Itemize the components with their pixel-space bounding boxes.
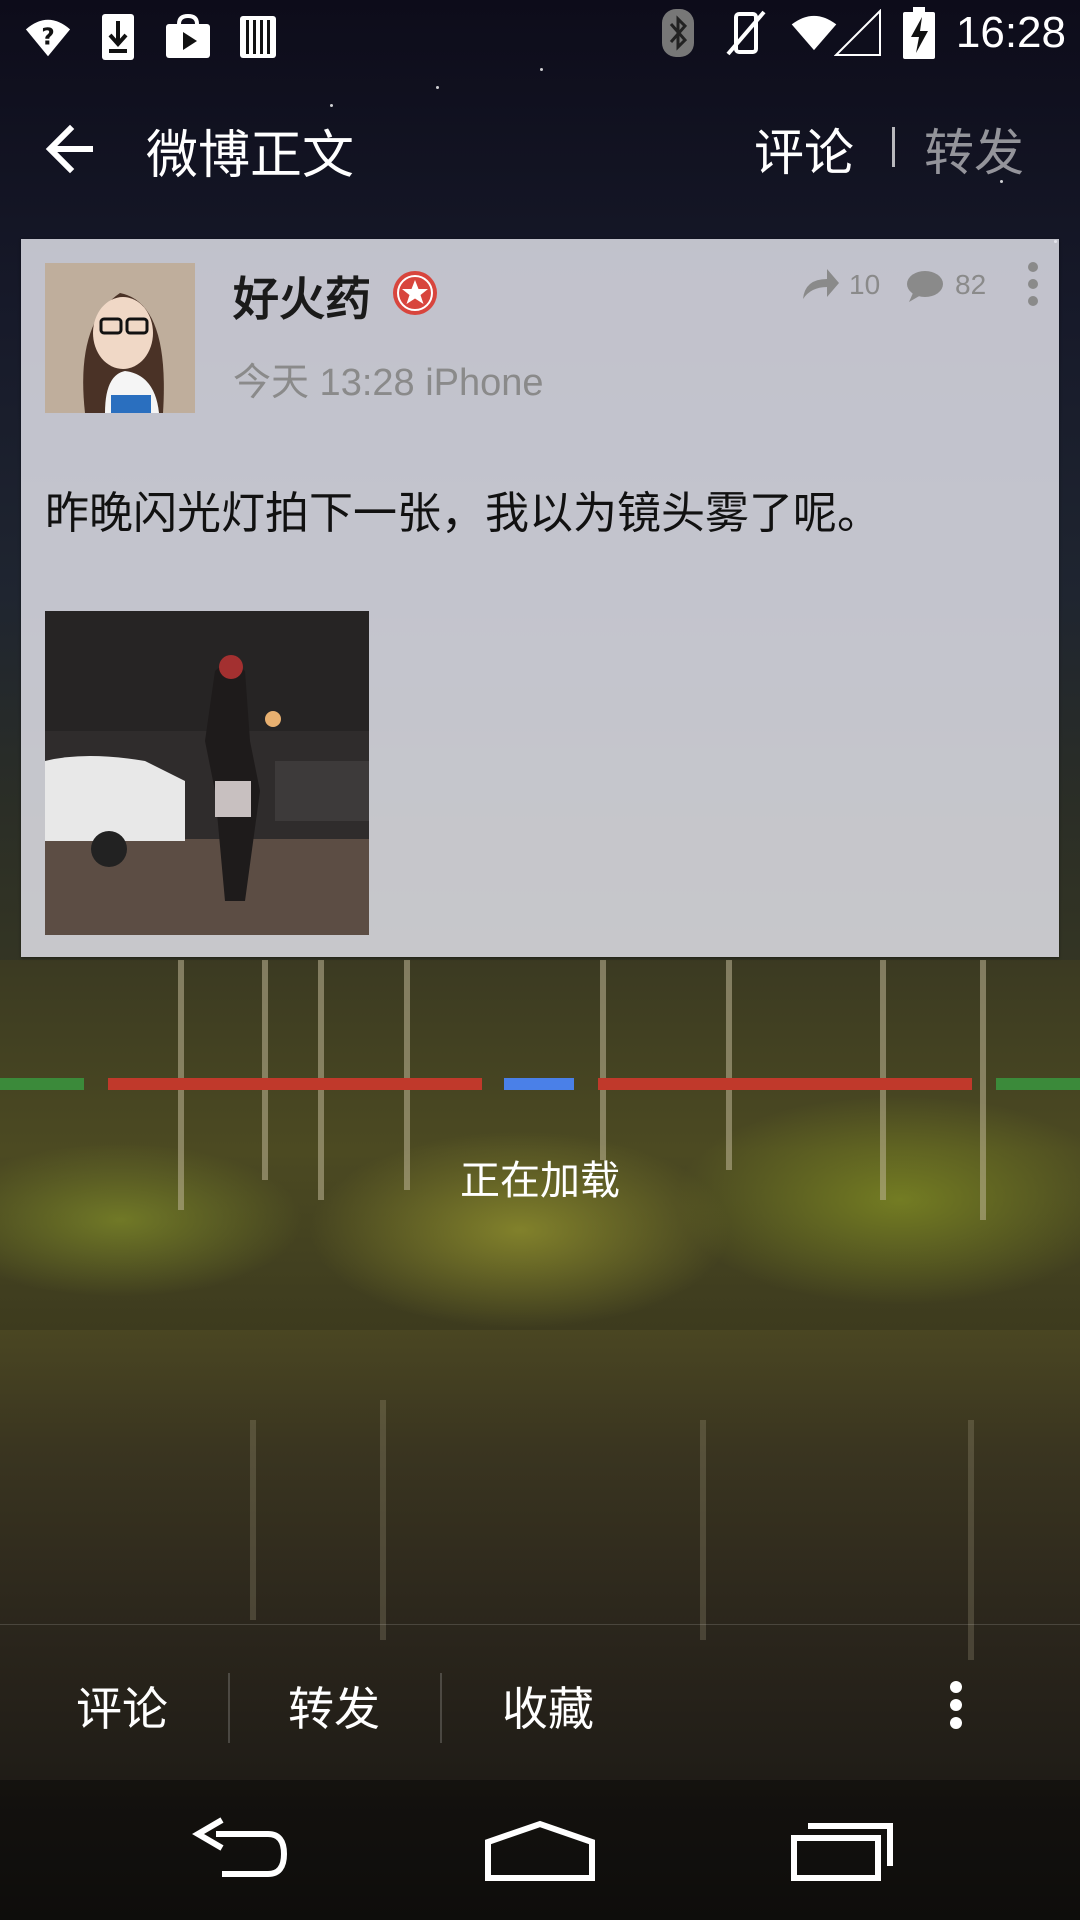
favorite-button[interactable]: 收藏 [502,1673,594,1739]
comment-count: 82 [955,269,987,300]
verified-badge-icon [391,269,439,317]
toolbar-divider [440,1673,442,1743]
progress-segment [598,1078,972,1090]
post-timestamp-source: 今天 13:28 iPhone [233,362,544,404]
progress-segment [996,1078,1080,1090]
more-options-icon[interactable] [946,1675,966,1735]
repost-count: 10 [849,269,881,300]
svg-text:?: ? [41,25,54,51]
back-nav-icon[interactable] [186,1816,296,1886]
play-store-icon [164,12,212,62]
home-nav-icon[interactable] [482,1816,598,1886]
username[interactable]: 好火药 [233,263,371,329]
wifi-icon [790,8,838,58]
overflow-menu-icon[interactable] [1023,259,1043,309]
system-navigation-bar [0,1780,1080,1920]
post-card: 好火药 今天 13:28 iPhone 10 82 昨晚闪光灯拍下一张，我以为镜… [21,239,1059,957]
repost-button[interactable]: 转发 [288,1673,380,1739]
page-title: 微博正文 [146,126,355,186]
toolbar-divider [228,1673,230,1743]
recents-nav-icon[interactable] [786,1816,896,1886]
progress-segment [504,1078,574,1090]
loading-text: 正在加载 [460,1158,620,1204]
tab-divider [892,127,895,167]
download-icon [94,12,142,62]
back-arrow-icon[interactable] [42,119,102,179]
clock: 16:28 [955,8,1066,57]
avatar[interactable] [45,263,195,413]
bottom-toolbar: 评论 转发 收藏 [0,1624,1080,1781]
loading-progress-bar [0,1078,1080,1090]
tab-comment[interactable]: 评论 [754,113,854,185]
battery-charging-icon [902,7,936,59]
signal-icon [833,8,882,58]
progress-segment [108,1078,482,1090]
repost-arrow-icon[interactable] [801,267,841,301]
wifi-question-icon: ? [24,12,72,62]
bluetooth-icon [654,8,702,58]
comment-bubble-icon[interactable] [905,269,945,303]
post-image[interactable] [45,611,369,935]
status-bar: ? 16:28 [0,0,1080,75]
barcode-icon [234,12,282,62]
action-bar: 微博正文 评论 转发 [0,75,1080,225]
post-text: 昨晚闪光灯拍下一张，我以为镜头雾了呢。 [45,488,881,539]
vibrate-off-icon [722,8,770,58]
tab-repost[interactable]: 转发 [924,113,1024,185]
progress-segment [0,1078,84,1090]
comment-button[interactable]: 评论 [76,1673,168,1739]
